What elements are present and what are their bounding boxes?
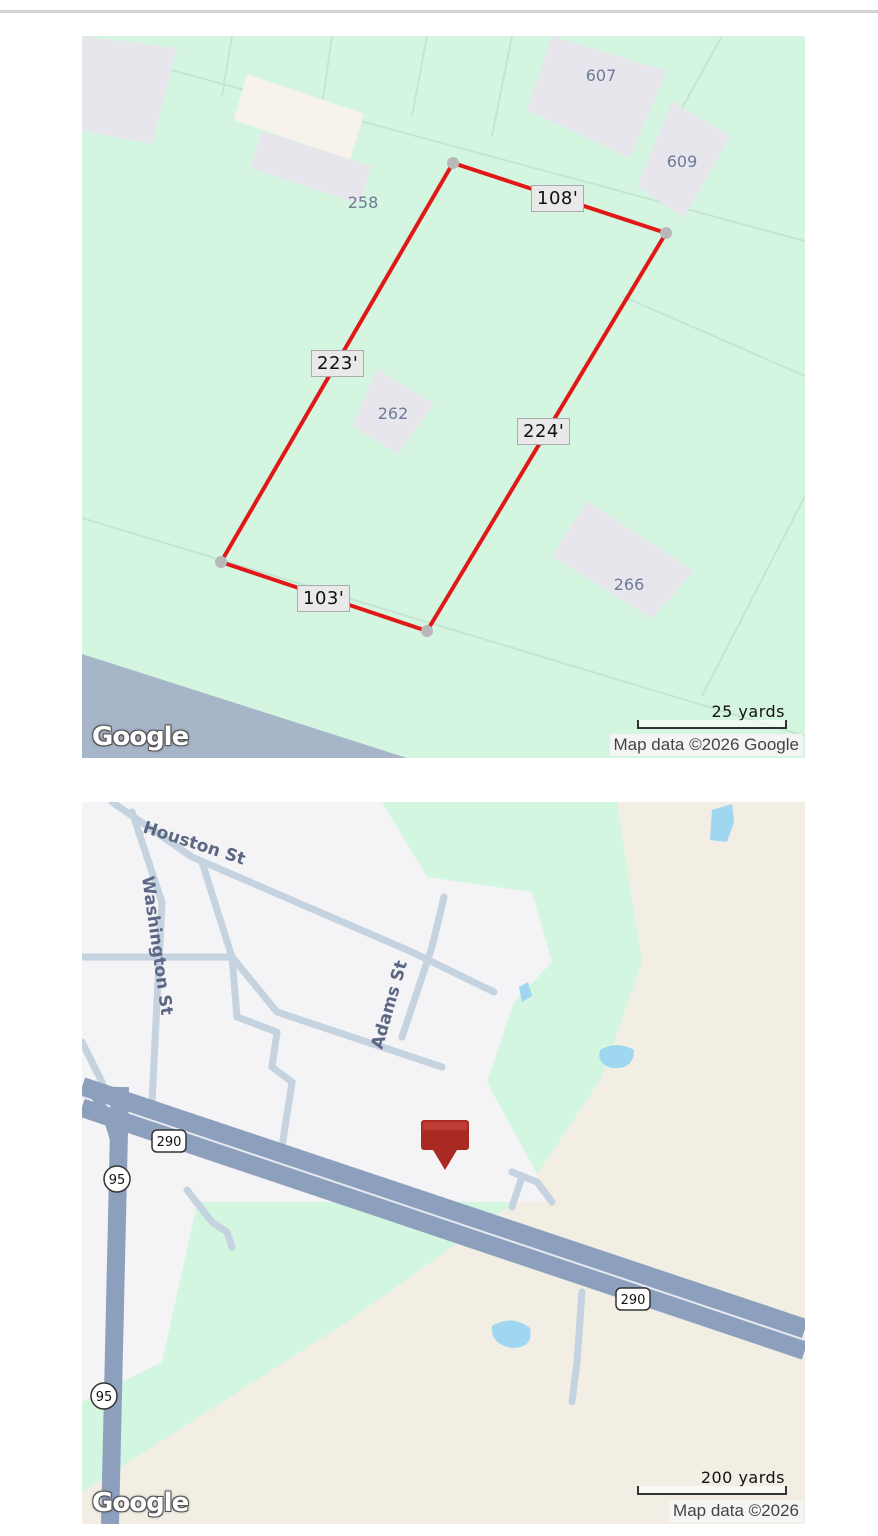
scale-label: 200 yards bbox=[700, 1468, 785, 1487]
route-shield-95-b: 95 bbox=[90, 1382, 118, 1410]
edge-length-right: 224' bbox=[517, 418, 571, 445]
lot-number-609: 609 bbox=[667, 152, 698, 171]
svg-text:290: 290 bbox=[157, 1135, 182, 1150]
vertex-handle[interactable] bbox=[215, 556, 227, 568]
google-logo[interactable]: Google bbox=[92, 722, 189, 752]
lot-number-258: 258 bbox=[348, 193, 379, 212]
scale-bar: 200 yards bbox=[637, 1468, 787, 1498]
route-shield-95-a: 95 bbox=[103, 1165, 131, 1193]
lot-number-266: 266 bbox=[614, 575, 645, 594]
google-logo[interactable]: Google bbox=[92, 1488, 189, 1518]
svg-text:290: 290 bbox=[621, 1293, 646, 1308]
edge-length-left: 223' bbox=[311, 350, 365, 377]
svg-text:95: 95 bbox=[96, 1390, 113, 1405]
scale-bar: 25 yards bbox=[637, 702, 787, 732]
top-divider bbox=[0, 10, 878, 13]
edge-length-top: 108' bbox=[531, 185, 585, 212]
area-map-canvas[interactable]: Houston St Washington St Adams St 290 29… bbox=[82, 802, 805, 1524]
route-shield-290-a: 290 bbox=[151, 1129, 187, 1153]
scale-ruler bbox=[637, 1486, 787, 1495]
area-map[interactable]: Houston St Washington St Adams St 290 29… bbox=[82, 802, 805, 1524]
vertex-handle[interactable] bbox=[421, 625, 433, 637]
scale-label: 25 yards bbox=[711, 702, 785, 721]
vertex-handle[interactable] bbox=[447, 157, 459, 169]
lot-number-262: 262 bbox=[378, 404, 409, 423]
edge-length-bottom: 103' bbox=[297, 585, 351, 612]
map-attribution[interactable]: Map data ©2026 bbox=[669, 1500, 803, 1522]
svg-text:95: 95 bbox=[109, 1173, 126, 1188]
lot-number-607: 607 bbox=[586, 66, 617, 85]
vertex-handle[interactable] bbox=[660, 227, 672, 239]
parcel-map[interactable]: 607 609 258 262 266 108' 223' 224' 103' … bbox=[82, 36, 805, 758]
route-shield-290-b: 290 bbox=[615, 1287, 651, 1311]
scale-ruler bbox=[637, 720, 787, 729]
parcel-map-canvas[interactable]: 607 609 258 262 266 bbox=[82, 36, 805, 758]
map-attribution[interactable]: Map data ©2026 Google bbox=[609, 734, 803, 756]
